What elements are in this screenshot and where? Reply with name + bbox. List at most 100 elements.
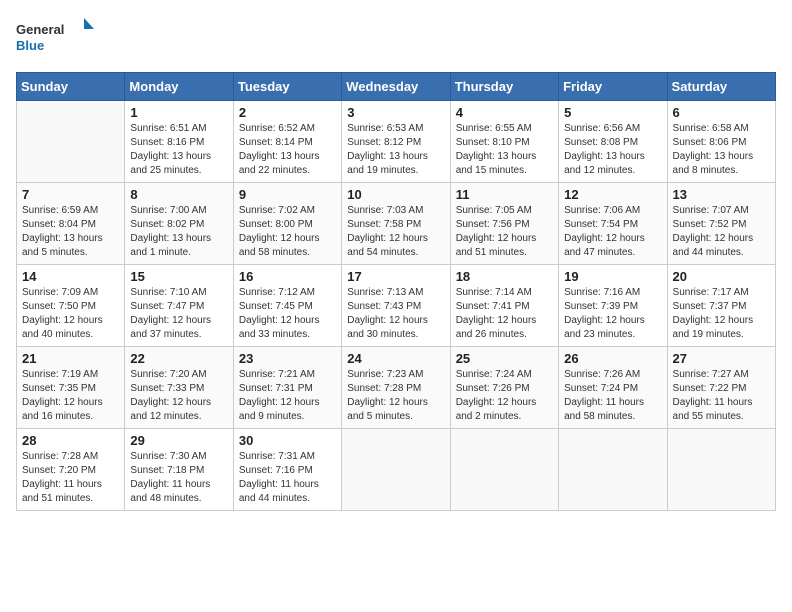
day-number: 8 (130, 187, 227, 202)
day-info: Sunrise: 7:26 AM Sunset: 7:24 PM Dayligh… (564, 368, 661, 424)
calendar-cell: 23 Sunrise: 7:21 AM Sunset: 7:31 PM Dayli… (233, 347, 341, 429)
weekday-header-row: SundayMondayTuesdayWednesdayThursdayFrid… (17, 73, 776, 101)
weekday-header-monday: Monday (125, 73, 233, 101)
day-number: 20 (673, 269, 770, 284)
day-info: Sunrise: 6:56 AM Sunset: 8:08 PM Dayligh… (564, 122, 661, 178)
day-info: Sunrise: 7:05 AM Sunset: 7:56 PM Dayligh… (456, 204, 553, 260)
day-info: Sunrise: 6:53 AM Sunset: 8:12 PM Dayligh… (347, 122, 444, 178)
day-info: Sunrise: 7:03 AM Sunset: 7:58 PM Dayligh… (347, 204, 444, 260)
day-number: 25 (456, 351, 553, 366)
calendar-cell: 3 Sunrise: 6:53 AM Sunset: 8:12 PM Daylig… (342, 101, 450, 183)
day-info: Sunrise: 7:17 AM Sunset: 7:37 PM Dayligh… (673, 286, 770, 342)
day-info: Sunrise: 7:16 AM Sunset: 7:39 PM Dayligh… (564, 286, 661, 342)
day-info: Sunrise: 7:21 AM Sunset: 7:31 PM Dayligh… (239, 368, 336, 424)
weekday-header-thursday: Thursday (450, 73, 558, 101)
day-info: Sunrise: 6:51 AM Sunset: 8:16 PM Dayligh… (130, 122, 227, 178)
calendar-cell: 1 Sunrise: 6:51 AM Sunset: 8:16 PM Daylig… (125, 101, 233, 183)
calendar-table: SundayMondayTuesdayWednesdayThursdayFrid… (16, 72, 776, 511)
day-number: 6 (673, 105, 770, 120)
svg-text:Blue: Blue (16, 38, 44, 53)
day-number: 27 (673, 351, 770, 366)
day-info: Sunrise: 7:07 AM Sunset: 7:52 PM Dayligh… (673, 204, 770, 260)
day-number: 13 (673, 187, 770, 202)
calendar-cell: 21 Sunrise: 7:19 AM Sunset: 7:35 PM Dayli… (17, 347, 125, 429)
day-info: Sunrise: 7:12 AM Sunset: 7:45 PM Dayligh… (239, 286, 336, 342)
logo-svg: General Blue (16, 16, 96, 60)
day-number: 22 (130, 351, 227, 366)
day-number: 5 (564, 105, 661, 120)
day-number: 16 (239, 269, 336, 284)
day-number: 2 (239, 105, 336, 120)
day-info: Sunrise: 7:30 AM Sunset: 7:18 PM Dayligh… (130, 450, 227, 506)
day-info: Sunrise: 6:55 AM Sunset: 8:10 PM Dayligh… (456, 122, 553, 178)
day-number: 17 (347, 269, 444, 284)
day-info: Sunrise: 7:31 AM Sunset: 7:16 PM Dayligh… (239, 450, 336, 506)
day-number: 18 (456, 269, 553, 284)
day-info: Sunrise: 7:19 AM Sunset: 7:35 PM Dayligh… (22, 368, 119, 424)
day-info: Sunrise: 6:59 AM Sunset: 8:04 PM Dayligh… (22, 204, 119, 260)
day-number: 19 (564, 269, 661, 284)
calendar-cell: 6Sunrise: 6:58 AM Sunset: 8:06 PM Daylig… (667, 101, 775, 183)
day-number: 28 (22, 433, 119, 448)
calendar-cell: 12 Sunrise: 7:06 AM Sunset: 7:54 PM Dayli… (559, 183, 667, 265)
calendar-cell: 2Sunrise: 6:52 AM Sunset: 8:14 PM Daylig… (233, 101, 341, 183)
calendar-cell (342, 429, 450, 511)
calendar-cell: 20 Sunrise: 7:17 AM Sunset: 7:37 PM Dayli… (667, 265, 775, 347)
day-info: Sunrise: 7:06 AM Sunset: 7:54 PM Dayligh… (564, 204, 661, 260)
calendar-cell: 5 Sunrise: 6:56 AM Sunset: 8:08 PM Daylig… (559, 101, 667, 183)
day-info: Sunrise: 7:28 AM Sunset: 7:20 PM Dayligh… (22, 450, 119, 506)
day-number: 24 (347, 351, 444, 366)
day-info: Sunrise: 7:10 AM Sunset: 7:47 PM Dayligh… (130, 286, 227, 342)
day-info: Sunrise: 7:20 AM Sunset: 7:33 PM Dayligh… (130, 368, 227, 424)
calendar-cell: 18 Sunrise: 7:14 AM Sunset: 7:41 PM Dayli… (450, 265, 558, 347)
week-row-3: 21 Sunrise: 7:19 AM Sunset: 7:35 PM Dayli… (17, 347, 776, 429)
calendar-cell: 14 Sunrise: 7:09 AM Sunset: 7:50 PM Dayli… (17, 265, 125, 347)
day-info: Sunrise: 7:27 AM Sunset: 7:22 PM Dayligh… (673, 368, 770, 424)
day-number: 7 (22, 187, 119, 202)
day-number: 3 (347, 105, 444, 120)
day-number: 1 (130, 105, 227, 120)
calendar-cell (559, 429, 667, 511)
day-info: Sunrise: 7:09 AM Sunset: 7:50 PM Dayligh… (22, 286, 119, 342)
day-number: 14 (22, 269, 119, 284)
calendar-cell (450, 429, 558, 511)
calendar-cell: 26 Sunrise: 7:26 AM Sunset: 7:24 PM Dayli… (559, 347, 667, 429)
day-number: 9 (239, 187, 336, 202)
calendar-cell: 22 Sunrise: 7:20 AM Sunset: 7:33 PM Dayli… (125, 347, 233, 429)
calendar-cell: 30 Sunrise: 7:31 AM Sunset: 7:16 PM Dayli… (233, 429, 341, 511)
calendar-cell: 11 Sunrise: 7:05 AM Sunset: 7:56 PM Dayli… (450, 183, 558, 265)
day-number: 10 (347, 187, 444, 202)
calendar-cell: 10 Sunrise: 7:03 AM Sunset: 7:58 PM Dayli… (342, 183, 450, 265)
calendar-cell: 17Sunrise: 7:13 AM Sunset: 7:43 PM Dayli… (342, 265, 450, 347)
day-number: 4 (456, 105, 553, 120)
weekday-header-friday: Friday (559, 73, 667, 101)
calendar-cell: 13 Sunrise: 7:07 AM Sunset: 7:52 PM Dayli… (667, 183, 775, 265)
day-number: 23 (239, 351, 336, 366)
calendar-cell: 8Sunrise: 7:00 AM Sunset: 8:02 PM Daylig… (125, 183, 233, 265)
calendar-cell: 24 Sunrise: 7:23 AM Sunset: 7:28 PM Dayli… (342, 347, 450, 429)
day-number: 30 (239, 433, 336, 448)
calendar-cell: 25Sunrise: 7:24 AM Sunset: 7:26 PM Dayli… (450, 347, 558, 429)
day-number: 11 (456, 187, 553, 202)
week-row-0: 1 Sunrise: 6:51 AM Sunset: 8:16 PM Daylig… (17, 101, 776, 183)
calendar-cell: 27 Sunrise: 7:27 AM Sunset: 7:22 PM Dayli… (667, 347, 775, 429)
calendar-cell: 9 Sunrise: 7:02 AM Sunset: 8:00 PM Daylig… (233, 183, 341, 265)
weekday-header-wednesday: Wednesday (342, 73, 450, 101)
calendar-cell (667, 429, 775, 511)
day-number: 12 (564, 187, 661, 202)
day-info: Sunrise: 7:14 AM Sunset: 7:41 PM Dayligh… (456, 286, 553, 342)
week-row-4: 28 Sunrise: 7:28 AM Sunset: 7:20 PM Dayli… (17, 429, 776, 511)
weekday-header-sunday: Sunday (17, 73, 125, 101)
day-number: 29 (130, 433, 227, 448)
day-number: 15 (130, 269, 227, 284)
calendar-cell: 16 Sunrise: 7:12 AM Sunset: 7:45 PM Dayli… (233, 265, 341, 347)
day-number: 26 (564, 351, 661, 366)
calendar-cell: 15 Sunrise: 7:10 AM Sunset: 7:47 PM Dayli… (125, 265, 233, 347)
calendar-cell: 19 Sunrise: 7:16 AM Sunset: 7:39 PM Dayli… (559, 265, 667, 347)
logo: General Blue (16, 16, 96, 60)
day-info: Sunrise: 7:02 AM Sunset: 8:00 PM Dayligh… (239, 204, 336, 260)
day-number: 21 (22, 351, 119, 366)
page-header: General Blue (16, 16, 776, 60)
calendar-cell (17, 101, 125, 183)
day-info: Sunrise: 7:23 AM Sunset: 7:28 PM Dayligh… (347, 368, 444, 424)
